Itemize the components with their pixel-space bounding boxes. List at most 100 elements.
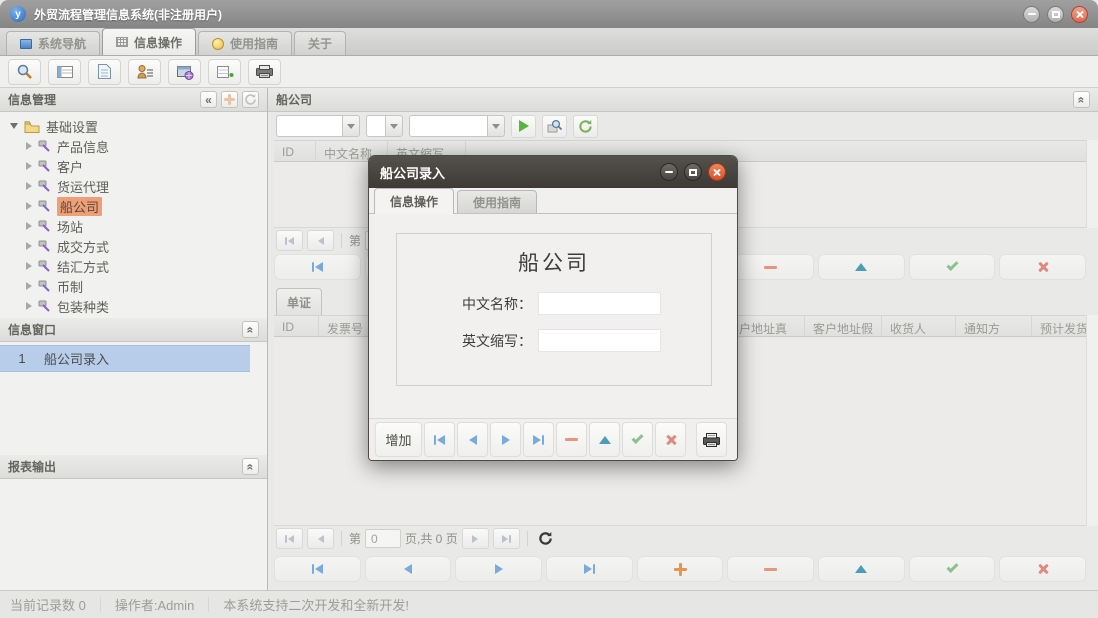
first-record-button[interactable] [274, 254, 361, 280]
column-header[interactable]: 收货人 [882, 316, 956, 336]
window-globe-button[interactable] [168, 59, 201, 85]
prev-record-button[interactable] [457, 422, 488, 457]
tab-label: 信息操作 [134, 34, 182, 51]
dialog-tab-user-guide[interactable]: 使用指南 [457, 190, 537, 213]
filter-toolbar [268, 112, 1098, 140]
chevron-down-icon[interactable] [385, 115, 403, 137]
filter-combo-2[interactable] [366, 115, 403, 137]
chevron-down-icon[interactable] [487, 115, 505, 137]
info-window-row[interactable]: 1 船公司录入 [0, 345, 250, 372]
run-query-button[interactable] [511, 115, 536, 138]
close-icon [1075, 10, 1084, 19]
minimize-button[interactable] [1023, 6, 1040, 23]
tab-info-operation[interactable]: 信息操作 [102, 28, 196, 55]
pager-prev-button[interactable] [307, 528, 334, 549]
tab-documents[interactable]: 单证 [276, 288, 322, 315]
refresh-button[interactable] [573, 115, 598, 138]
tree-node[interactable]: 结汇方式 [0, 256, 267, 276]
tree-node[interactable]: 场站 [0, 216, 267, 236]
tree-node[interactable]: 客户 [0, 156, 267, 176]
field-row: 英文缩写： [397, 329, 711, 352]
page-number-input[interactable] [365, 529, 401, 548]
collapse-left-icon[interactable]: « [200, 91, 217, 108]
printer-tool-button[interactable] [248, 59, 281, 85]
delete-record-button[interactable] [727, 556, 814, 582]
print-button[interactable] [696, 422, 727, 457]
dialog-titlebar[interactable]: 船公司录入 [369, 156, 737, 188]
grid-bottom-scrollbar[interactable] [1086, 315, 1098, 526]
coin-icon [212, 38, 224, 50]
chinese-name-input[interactable] [538, 292, 661, 315]
advanced-search-button[interactable] [542, 115, 567, 138]
pager-first-button[interactable] [276, 230, 303, 251]
next-record-button[interactable] [490, 422, 521, 457]
tree-node-root[interactable]: 基础设置 [0, 116, 267, 136]
filter-combo-1[interactable] [276, 115, 360, 137]
column-header[interactable]: ID [274, 316, 319, 336]
pager-last-button[interactable] [493, 528, 520, 549]
tree-node[interactable]: 产品信息 [0, 136, 267, 156]
tree-node[interactable]: 成交方式 [0, 236, 267, 256]
first-record-button[interactable] [424, 422, 455, 457]
tree-node[interactable]: 包装种类 [0, 296, 267, 316]
dialog-maximize-button[interactable] [684, 163, 702, 181]
search-tool-button[interactable] [8, 59, 41, 85]
document-button[interactable] [88, 59, 121, 85]
save-record-button[interactable] [622, 422, 653, 457]
column-header[interactable]: 通知方 [956, 316, 1032, 336]
dialog-tab-info-operation[interactable]: 信息操作 [374, 188, 454, 214]
cancel-record-button[interactable] [999, 556, 1086, 582]
dialog-body: 船公司 中文名称： 英文缩写： [369, 214, 737, 420]
tree-node[interactable]: 币制 [0, 276, 267, 296]
add-record-button[interactable] [637, 556, 724, 582]
minus-icon [764, 568, 777, 571]
delete-record-button[interactable] [556, 422, 587, 457]
collapse-up-icon[interactable]: « [242, 458, 259, 475]
first-record-button[interactable] [274, 556, 361, 582]
save-record-button[interactable] [909, 254, 996, 280]
first-icon [437, 435, 445, 445]
edit-record-button[interactable] [589, 422, 620, 457]
pager-prev-button[interactable] [307, 230, 334, 251]
maximize-button[interactable] [1047, 6, 1064, 23]
delete-record-button[interactable] [727, 254, 814, 280]
tree-node-selected[interactable]: 船公司 [0, 196, 267, 216]
column-header[interactable]: 预计发货 [1032, 316, 1086, 336]
save-record-button[interactable] [909, 556, 996, 582]
pager-refresh-button[interactable] [535, 528, 557, 549]
next-record-button[interactable] [455, 556, 542, 582]
column-header[interactable]: 客户地址假 [805, 316, 882, 336]
tab-user-guide[interactable]: 使用指南 [198, 31, 292, 55]
collapse-up-icon[interactable]: « [1073, 91, 1090, 108]
column-header[interactable]: ID [274, 141, 316, 161]
chevron-down-icon[interactable] [342, 115, 360, 137]
dialog-minimize-button[interactable] [660, 163, 678, 181]
user-list-button[interactable] [128, 59, 161, 85]
tool-icon [38, 140, 51, 153]
tree-node[interactable]: 货运代理 [0, 176, 267, 196]
tab-system-nav[interactable]: 系统导航 [6, 31, 100, 55]
close-button[interactable] [1071, 6, 1088, 23]
edit-record-button[interactable] [818, 254, 905, 280]
add-button[interactable]: 增加 [375, 422, 422, 457]
cancel-record-button[interactable] [999, 254, 1086, 280]
cross-icon [1037, 563, 1049, 575]
last-record-button[interactable] [546, 556, 633, 582]
add-icon[interactable] [221, 91, 238, 108]
english-abbr-input[interactable] [538, 329, 661, 352]
panel-title: 信息窗口 [8, 321, 56, 338]
filter-combo-3[interactable] [409, 115, 505, 137]
tab-about[interactable]: 关于 [294, 31, 346, 55]
pager-next-button[interactable] [462, 528, 489, 549]
last-record-button[interactable] [523, 422, 554, 457]
table-add-button[interactable] [208, 59, 241, 85]
grid-top-scrollbar[interactable] [1086, 140, 1098, 228]
refresh-icon[interactable] [242, 91, 259, 108]
pager-first-button[interactable] [276, 528, 303, 549]
dialog-close-button[interactable] [708, 163, 726, 181]
table-view-button[interactable] [48, 59, 81, 85]
collapse-up-icon[interactable]: « [242, 321, 259, 338]
cancel-record-button[interactable] [655, 422, 686, 457]
edit-record-button[interactable] [818, 556, 905, 582]
prev-record-button[interactable] [365, 556, 452, 582]
